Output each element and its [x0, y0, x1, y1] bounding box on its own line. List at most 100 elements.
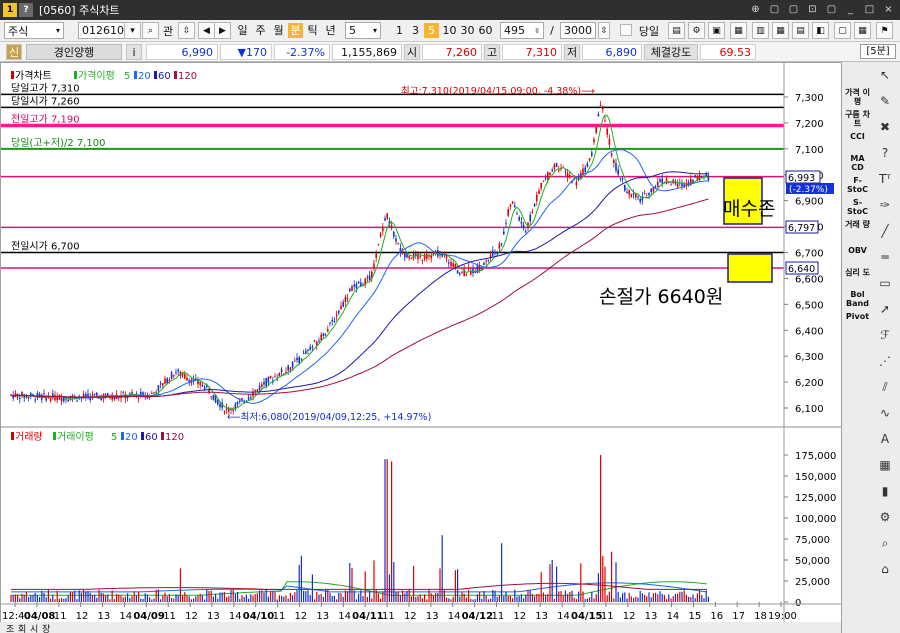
grid-icon[interactable]: ▦ [874, 456, 896, 474]
price-tick-label: 7,100 [795, 145, 824, 156]
interval-60[interactable]: 60 [477, 23, 494, 38]
text-tool-icon[interactable]: Tᵀ [874, 170, 896, 188]
pin-icon[interactable]: ⊕ [748, 2, 763, 17]
volume-bar [311, 574, 313, 602]
price-tick-label: 6,700 [795, 249, 824, 260]
price-tick-label: 7,300 [795, 93, 824, 104]
indicator-item-10[interactable]: Pivot [844, 312, 871, 321]
app-icon[interactable]: 1 [3, 3, 17, 17]
volume-bar [461, 592, 463, 602]
chart-config-icon[interactable]: ⚙ [688, 22, 705, 39]
home-icon[interactable]: ⌂ [874, 560, 896, 578]
alert-icon[interactable]: ⚑ [876, 22, 893, 39]
tab-market[interactable]: 시 [30, 622, 38, 633]
settings-icon[interactable]: ⚙ [874, 508, 896, 526]
today-checkbox[interactable] [620, 24, 632, 36]
time-tick-label: 12 [623, 611, 636, 622]
arrow-icon[interactable]: ➚ [874, 300, 896, 318]
time-tick-label: 15 [688, 611, 701, 622]
candle-body [239, 400, 241, 402]
chart-settings-icon[interactable]: ▤ [668, 22, 685, 39]
indicator-item-6[interactable]: 거래 량 [844, 220, 871, 229]
list-icon[interactable]: ▥ [752, 22, 769, 39]
period-day[interactable]: 일 [235, 23, 250, 38]
line-icon[interactable]: ╱ [874, 222, 896, 240]
volume-bar [505, 591, 507, 602]
total-stepper[interactable]: ⇳ [598, 22, 610, 39]
period-year[interactable]: 년 [323, 23, 338, 38]
interval-30[interactable]: 30 [459, 23, 476, 38]
indicator-item-8[interactable]: 심리 도 [844, 268, 871, 277]
wave-icon[interactable]: ∿ [874, 404, 896, 422]
code-dropdown-button[interactable]: ▾ [124, 22, 141, 39]
indicator-item-2[interactable]: CCI [844, 132, 871, 141]
maximize-icon[interactable]: □ [862, 2, 877, 17]
tab-round[interactable]: 회 [18, 622, 26, 633]
period-month[interactable]: 월 [271, 23, 286, 38]
eraser-icon[interactable]: ✎ [874, 92, 896, 110]
interval-5[interactable]: 5 [424, 23, 439, 38]
market-select[interactable]: 주식 ▾ [4, 22, 64, 39]
layout-icon[interactable]: ▢ [767, 2, 782, 17]
pen-icon[interactable]: ✑ [874, 196, 896, 214]
rect-icon[interactable]: ▭ [874, 274, 896, 292]
volume-bar [21, 593, 23, 602]
help-icon[interactable]: ? [874, 144, 896, 162]
period-tick[interactable]: 틱 [305, 23, 320, 38]
close-icon[interactable]: × [881, 2, 896, 17]
total-input[interactable]: 3000 [560, 22, 596, 39]
indicator-item-5[interactable]: S- StoC [844, 198, 871, 216]
prev-icon[interactable]: ◀ [198, 22, 215, 39]
spin-icon[interactable]: ⇳ [534, 27, 540, 35]
window-icon[interactable]: ▢ [834, 22, 851, 39]
help-icon[interactable]: ? [19, 3, 33, 17]
ticker-stepper[interactable]: ⇳ [178, 22, 195, 39]
grid-icon[interactable]: ▦ [730, 22, 747, 39]
link-button[interactable]: 관 [160, 22, 176, 39]
link-icon[interactable]: ▢ [786, 2, 801, 17]
legend-marker [11, 71, 14, 79]
search-icon[interactable]: ⌕ [142, 22, 159, 39]
stock-chart[interactable]: 당일고가 7,310당일시가 7,260 전일고가 7,190 당일(고+저)/2 … [1, 63, 842, 633]
chart-area[interactable]: 당일고가 7,310 당일시가 7,260 전일고가 7,190 당일(고+저)/2 … [0, 62, 842, 633]
volume-bar [153, 598, 155, 602]
volume-bar [393, 562, 395, 602]
layout-icon[interactable]: ▦ [854, 22, 871, 39]
period-week[interactable]: 주 [253, 23, 268, 38]
interval-1[interactable]: 1 [392, 23, 407, 38]
interval-3[interactable]: 3 [408, 23, 423, 38]
cursor-icon[interactable]: ↖ [874, 66, 896, 84]
period-minute[interactable]: 분 [288, 23, 303, 38]
indicator-item-1[interactable]: 구름 차트 [844, 110, 871, 128]
next-icon[interactable]: ▶ [214, 22, 231, 39]
channel-icon[interactable]: ⫽ [874, 378, 896, 396]
fibo-icon[interactable]: ℱ [874, 326, 896, 344]
count-input[interactable]: 495 ⇳ [500, 22, 544, 39]
tab-field[interactable]: 장 [42, 622, 50, 633]
tab-lookup[interactable]: 조 [6, 622, 14, 633]
indicator-item-7[interactable]: OBV [844, 246, 871, 255]
volume-bar [492, 590, 494, 602]
indicator-item-3[interactable]: MA CD [844, 154, 871, 172]
camera-icon[interactable]: ◧ [812, 22, 829, 39]
indicator-item-4[interactable]: F- StoC [844, 176, 871, 194]
chevron-down-icon: ▾ [55, 26, 60, 35]
candle-body [340, 305, 342, 310]
print-icon[interactable]: ▢ [824, 2, 839, 17]
indicator-item-9[interactable]: Bol Band [844, 290, 871, 308]
gann-icon[interactable]: ⋰ [874, 352, 896, 370]
interval-select[interactable]: 5 ▾ [345, 22, 381, 39]
interval-10[interactable]: 10 [441, 23, 458, 38]
bar-icon[interactable]: ▮ [874, 482, 896, 500]
table-icon[interactable]: ▦ [772, 22, 789, 39]
auto-icon[interactable]: A [874, 430, 896, 448]
minimize-icon[interactable]: _ [843, 2, 858, 17]
hline-icon[interactable]: ═ [874, 248, 896, 266]
indicator-item-0[interactable]: 가격 이평 [844, 88, 871, 106]
delete-icon[interactable]: ✖ [874, 118, 896, 136]
export-icon[interactable]: ▤ [792, 22, 809, 39]
save-icon[interactable]: ⊡ [805, 2, 820, 17]
zoom-icon[interactable]: ⌕ [874, 534, 896, 552]
info-button[interactable]: i [126, 44, 142, 60]
screen-icon[interactable]: ▣ [708, 22, 725, 39]
